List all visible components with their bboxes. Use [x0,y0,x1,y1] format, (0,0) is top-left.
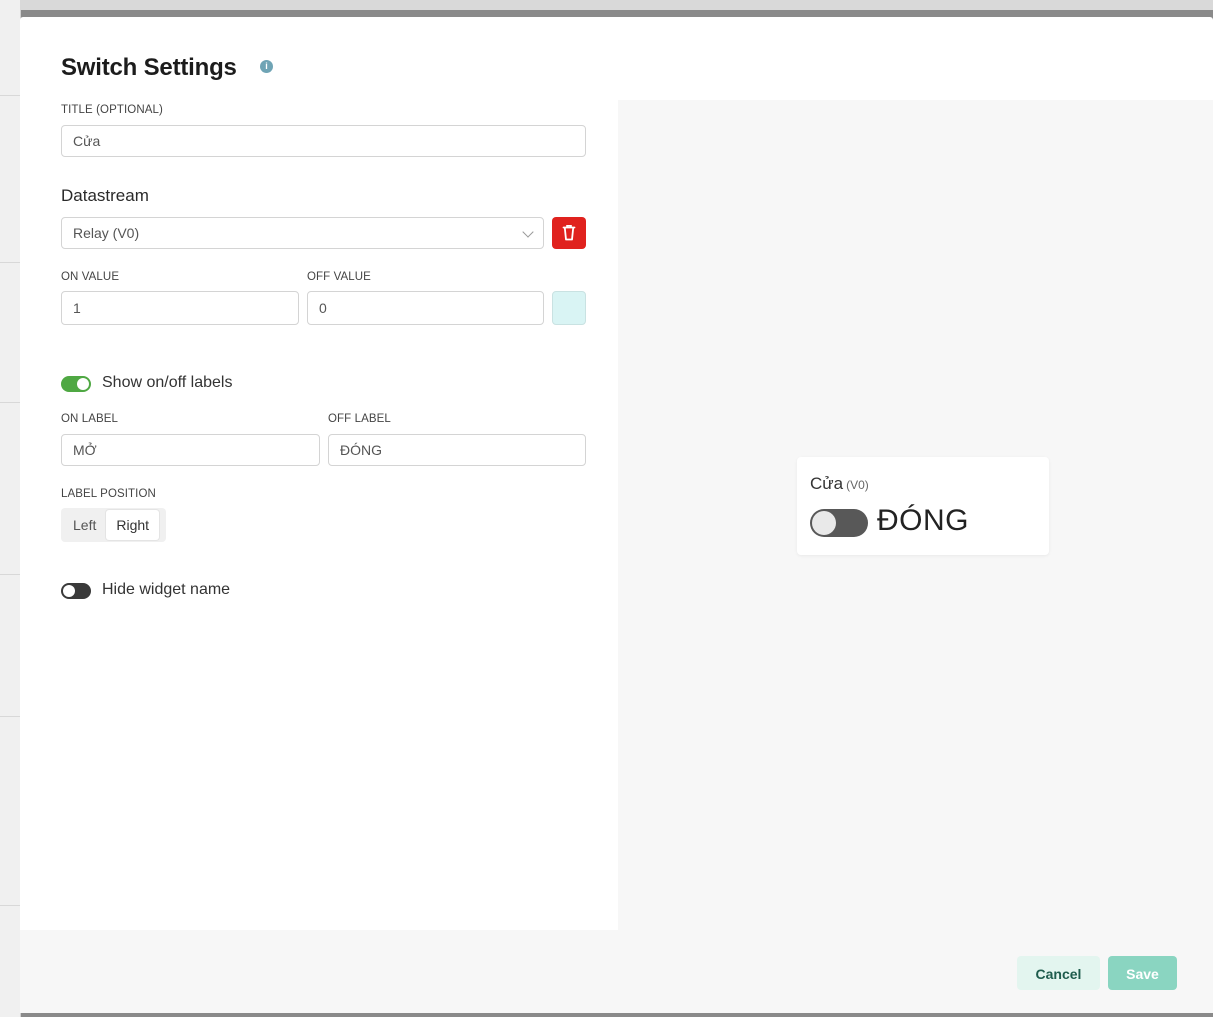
on-label-label: ON LABEL [61,413,119,425]
title-input[interactable] [61,125,586,157]
widget-state-label: ĐÓNG [877,504,969,537]
hide-widget-name-toggle[interactable] [61,583,91,599]
background-divider [0,95,20,96]
color-picker-button[interactable] [552,291,586,325]
background-divider [0,716,20,717]
label-position-label: LABEL POSITION [61,488,156,500]
switch-widget-preview: Cửa (V0) ĐÓNG [797,457,1049,555]
toggle-knob [63,585,75,597]
switch-knob [812,511,836,535]
on-value-label: ON VALUE [61,271,120,283]
background-divider [0,262,20,263]
on-value-input[interactable] [61,291,299,325]
widget-pin: (V0) [846,478,869,492]
widget-title: Cửa (V0) [810,474,869,494]
off-value-label: OFF VALUE [307,271,371,283]
delete-datastream-button[interactable] [552,217,586,249]
widget-title-text: Cửa [810,474,844,493]
toggle-knob [77,378,89,390]
datastream-heading: Datastream [61,186,149,205]
title-field-label: TITLE (OPTIONAL) [61,104,163,116]
show-labels-toggle[interactable] [61,376,91,392]
off-label-input[interactable] [328,434,586,466]
background-divider [0,905,20,906]
widget-switch[interactable] [810,509,868,537]
hide-widget-name-label: Hide widget name [102,581,231,598]
cancel-button[interactable]: Cancel [1017,956,1100,990]
label-position-right[interactable]: Right [106,510,160,540]
trash-icon [562,225,576,241]
info-icon[interactable]: i [260,60,273,73]
datastream-select[interactable]: Relay (V0) [61,217,544,249]
datastream-selected-value: Relay (V0) [73,225,140,241]
switch-settings-modal: Switch Settings i TITLE (OPTIONAL) Datas… [20,17,1213,1013]
show-labels-label: Show on/off labels [102,374,233,391]
label-position-left[interactable]: Left [63,510,106,540]
background-divider [0,402,20,403]
background-top-bar [20,0,1213,10]
background-divider [0,574,20,575]
chevron-down-icon [522,226,534,238]
off-label-label: OFF LABEL [328,413,391,425]
save-button[interactable]: Save [1108,956,1177,990]
background-page [0,0,21,1017]
modal-title: Switch Settings [61,54,237,81]
off-value-input[interactable] [307,291,544,325]
label-position-segmented-control: Left Right [61,508,166,542]
on-label-input[interactable] [61,434,320,466]
